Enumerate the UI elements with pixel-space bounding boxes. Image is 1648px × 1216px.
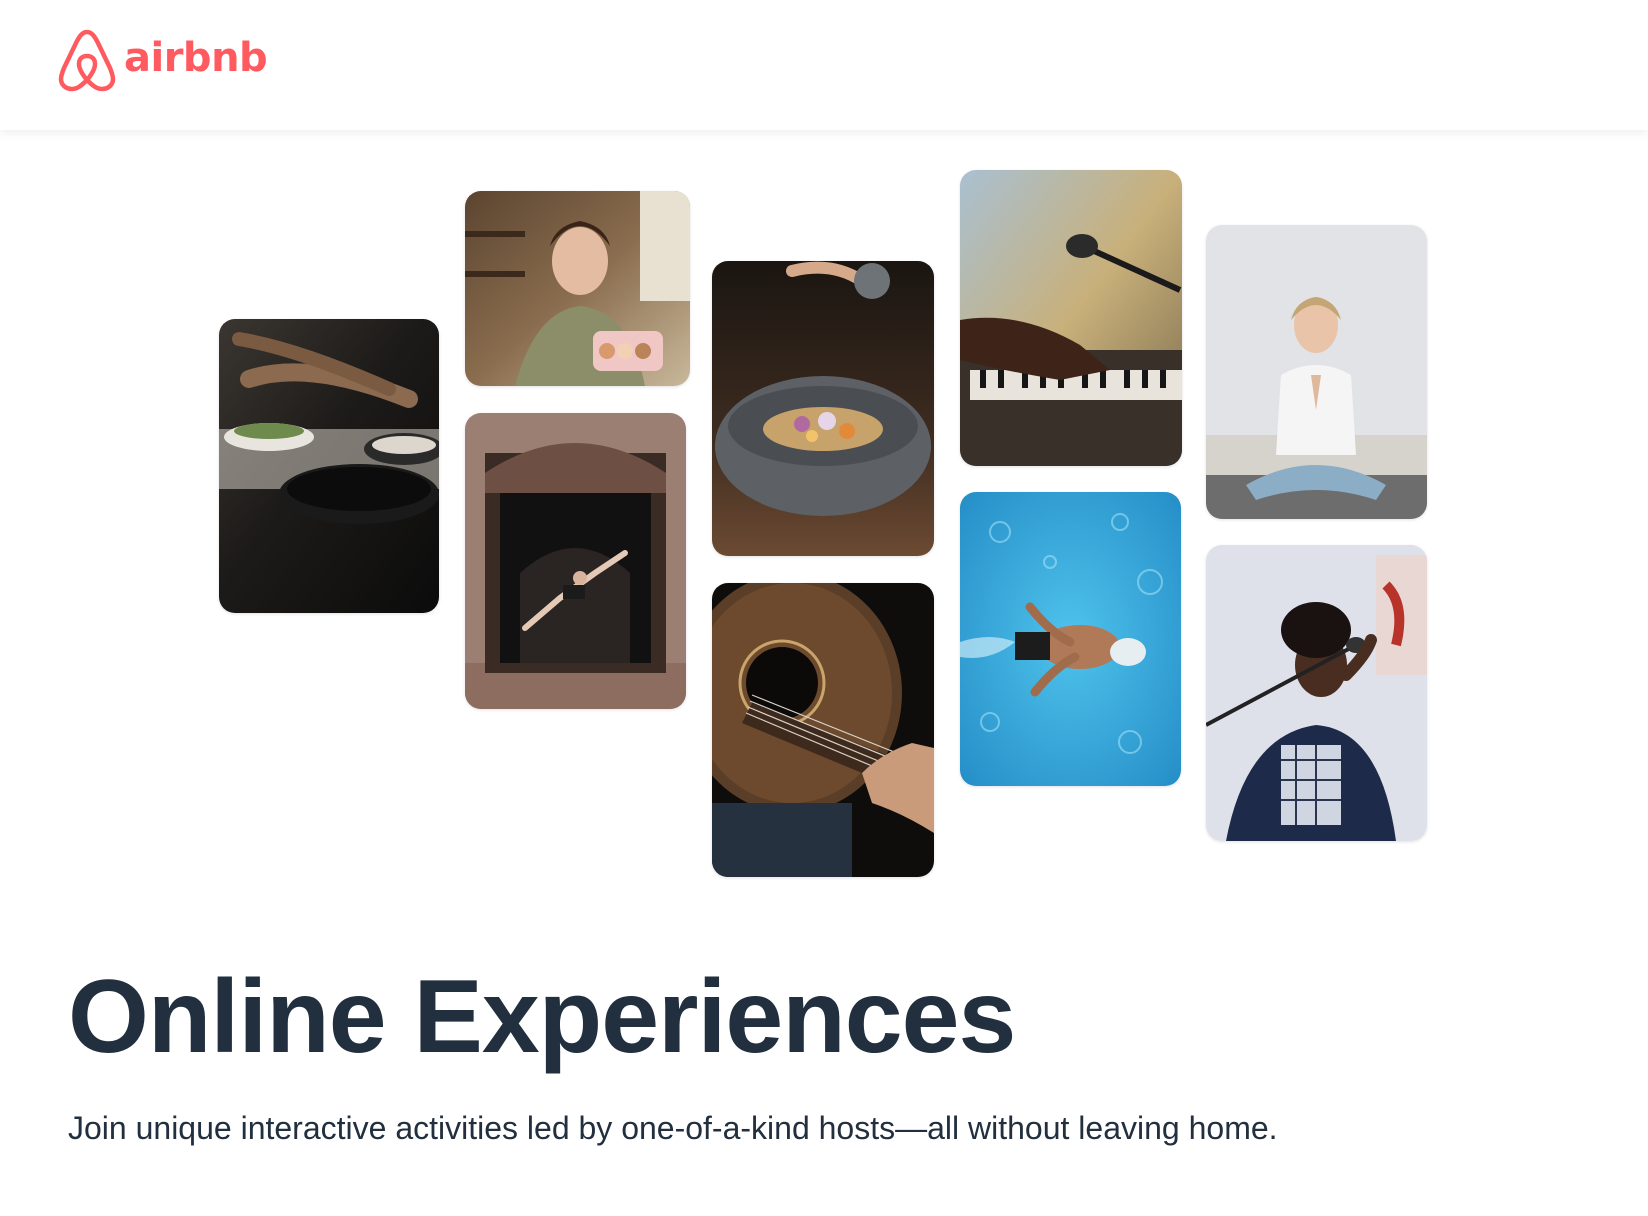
yoga-photo <box>1206 225 1427 519</box>
guitar-photo <box>712 583 934 877</box>
page-title: Online Experiences <box>68 959 1016 1075</box>
brand-name: airbnb <box>124 35 268 81</box>
food-bowl-photo <box>712 261 934 556</box>
experience-collage <box>0 130 1648 900</box>
page-subtitle: Join unique interactive activities led b… <box>68 1110 1278 1146</box>
airbnb-logo-link[interactable]: airbnb <box>58 28 268 92</box>
site-header: airbnb <box>0 0 1648 130</box>
swimmer-photo <box>960 492 1181 786</box>
singer-photo <box>1206 545 1427 841</box>
piano-photo <box>960 170 1182 466</box>
airbnb-belo-icon <box>58 29 116 92</box>
pastry-chef-photo <box>465 191 690 386</box>
cooking-photo <box>219 319 439 613</box>
dancer-photo <box>465 413 686 709</box>
